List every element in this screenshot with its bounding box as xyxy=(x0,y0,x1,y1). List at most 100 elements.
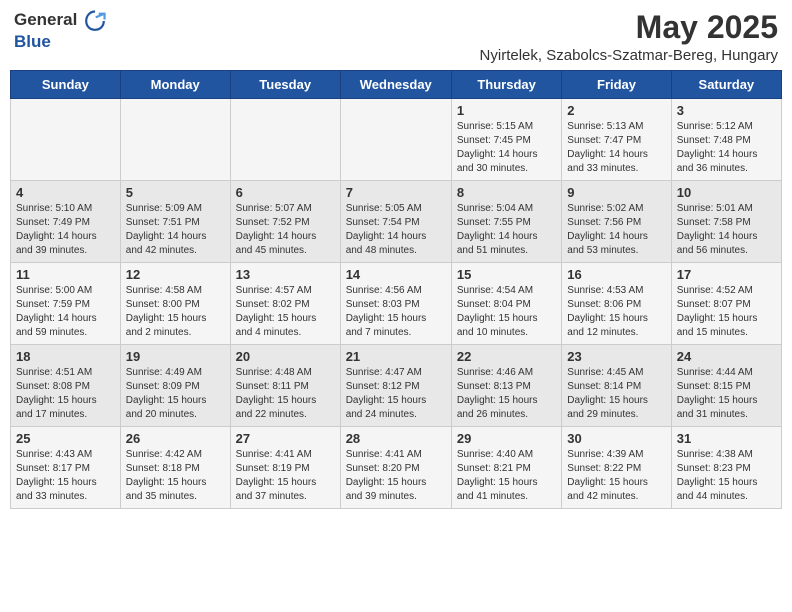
calendar-cell: 18 Sunrise: 4:51 AM Sunset: 8:08 PM Dayli… xyxy=(11,345,121,427)
day-info: Sunrise: 5:05 AM Sunset: 7:54 PM Dayligh… xyxy=(346,202,446,258)
day-number: 22 xyxy=(457,349,556,364)
day-info: Sunrise: 4:51 AM Sunset: 8:08 PM Dayligh… xyxy=(16,366,115,422)
day-number: 4 xyxy=(16,185,115,200)
day-info: Sunrise: 4:49 AM Sunset: 8:09 PM Dayligh… xyxy=(126,366,225,422)
calendar-cell: 28Sunrise: 4:41 AM Sunset: 8:20 PM Dayli… xyxy=(340,427,451,509)
day-number: 10 xyxy=(677,185,776,200)
calendar-cell: 25Sunrise: 4:43 AM Sunset: 8:17 PM Dayli… xyxy=(11,427,121,509)
page-header: General Blue May 2025 Nyirtelek, Szabolc… xyxy=(10,10,782,64)
day-number: 16 xyxy=(567,267,665,282)
day-info: Sunrise: 5:00 AM Sunset: 7:59 PM Dayligh… xyxy=(16,284,115,340)
day-number: 20 xyxy=(236,349,335,364)
calendar-cell: 6 Sunrise: 5:07 AM Sunset: 7:52 PM Daylig… xyxy=(230,181,340,263)
day-info: Sunrise: 5:07 AM Sunset: 7:52 PM Dayligh… xyxy=(236,202,335,258)
day-info: Sunrise: 4:48 AM Sunset: 8:11 PM Dayligh… xyxy=(236,366,335,422)
day-header-monday: Monday xyxy=(120,71,230,99)
day-info: Sunrise: 4:44 AM Sunset: 8:15 PM Dayligh… xyxy=(677,366,776,422)
calendar-cell: 5 Sunrise: 5:09 AM Sunset: 7:51 PM Daylig… xyxy=(120,181,230,263)
day-info: Sunrise: 4:41 AM Sunset: 8:20 PM Dayligh… xyxy=(346,448,446,504)
day-number: 7 xyxy=(346,185,446,200)
day-info: Sunrise: 4:42 AM Sunset: 8:18 PM Dayligh… xyxy=(126,448,225,504)
day-header-saturday: Saturday xyxy=(671,71,781,99)
day-info: Sunrise: 4:57 AM Sunset: 8:02 PM Dayligh… xyxy=(236,284,335,340)
calendar-cell: 23 Sunrise: 4:45 AM Sunset: 8:14 PM Dayli… xyxy=(562,345,671,427)
day-info: Sunrise: 5:12 AM Sunset: 7:48 PM Dayligh… xyxy=(677,120,776,176)
logo-blue-line: Blue xyxy=(14,32,106,52)
calendar-cell: 24 Sunrise: 4:44 AM Sunset: 8:15 PM Dayli… xyxy=(671,345,781,427)
logo-line1: General xyxy=(14,10,106,32)
day-number: 14 xyxy=(346,267,446,282)
day-header-wednesday: Wednesday xyxy=(340,71,451,99)
calendar-cell: 9Sunrise: 5:02 AM Sunset: 7:56 PM Daylig… xyxy=(562,181,671,263)
day-number: 6 xyxy=(236,185,335,200)
calendar-cell: 13 Sunrise: 4:57 AM Sunset: 8:02 PM Dayli… xyxy=(230,263,340,345)
calendar-cell: 17Sunrise: 4:52 AM Sunset: 8:07 PM Dayli… xyxy=(671,263,781,345)
day-number: 27 xyxy=(236,431,335,446)
calendar-cell: 2Sunrise: 5:13 AM Sunset: 7:47 PM Daylig… xyxy=(562,99,671,181)
day-info: Sunrise: 5:15 AM Sunset: 7:45 PM Dayligh… xyxy=(457,120,556,176)
day-info: Sunrise: 4:41 AM Sunset: 8:19 PM Dayligh… xyxy=(236,448,335,504)
calendar-week-4: 18 Sunrise: 4:51 AM Sunset: 8:08 PM Dayli… xyxy=(11,345,782,427)
day-number: 13 xyxy=(236,267,335,282)
calendar-cell: 29 Sunrise: 4:40 AM Sunset: 8:21 PM Dayli… xyxy=(451,427,561,509)
day-info: Sunrise: 4:53 AM Sunset: 8:06 PM Dayligh… xyxy=(567,284,665,340)
day-number: 23 xyxy=(567,349,665,364)
day-info: Sunrise: 4:54 AM Sunset: 8:04 PM Dayligh… xyxy=(457,284,556,340)
day-info: Sunrise: 4:45 AM Sunset: 8:14 PM Dayligh… xyxy=(567,366,665,422)
day-number: 12 xyxy=(126,267,225,282)
calendar-cell: 20 Sunrise: 4:48 AM Sunset: 8:11 PM Dayli… xyxy=(230,345,340,427)
day-number: 11 xyxy=(16,267,115,282)
logo-blue: Blue xyxy=(14,32,51,51)
logo: General Blue xyxy=(14,10,106,52)
day-number: 2 xyxy=(567,103,665,118)
day-number: 15 xyxy=(457,267,556,282)
calendar-week-3: 11 Sunrise: 5:00 AM Sunset: 7:59 PM Dayli… xyxy=(11,263,782,345)
day-number: 9 xyxy=(567,185,665,200)
calendar-week-5: 25Sunrise: 4:43 AM Sunset: 8:17 PM Dayli… xyxy=(11,427,782,509)
calendar-cell xyxy=(11,99,121,181)
day-number: 18 xyxy=(16,349,115,364)
day-header-friday: Friday xyxy=(562,71,671,99)
day-info: Sunrise: 4:43 AM Sunset: 8:17 PM Dayligh… xyxy=(16,448,115,504)
day-number: 5 xyxy=(126,185,225,200)
calendar-cell: 12Sunrise: 4:58 AM Sunset: 8:00 PM Dayli… xyxy=(120,263,230,345)
day-info: Sunrise: 5:10 AM Sunset: 7:49 PM Dayligh… xyxy=(16,202,115,258)
calendar-cell: 10 Sunrise: 5:01 AM Sunset: 7:58 PM Dayli… xyxy=(671,181,781,263)
calendar-cell: 3Sunrise: 5:12 AM Sunset: 7:48 PM Daylig… xyxy=(671,99,781,181)
day-number: 8 xyxy=(457,185,556,200)
day-number: 26 xyxy=(126,431,225,446)
calendar-cell xyxy=(120,99,230,181)
day-info: Sunrise: 4:40 AM Sunset: 8:21 PM Dayligh… xyxy=(457,448,556,504)
day-info: Sunrise: 5:01 AM Sunset: 7:58 PM Dayligh… xyxy=(677,202,776,258)
calendar-cell xyxy=(230,99,340,181)
calendar-cell: 1Sunrise: 5:15 AM Sunset: 7:45 PM Daylig… xyxy=(451,99,561,181)
day-info: Sunrise: 5:09 AM Sunset: 7:51 PM Dayligh… xyxy=(126,202,225,258)
day-info: Sunrise: 4:38 AM Sunset: 8:23 PM Dayligh… xyxy=(677,448,776,504)
calendar-cell: 31 Sunrise: 4:38 AM Sunset: 8:23 PM Dayli… xyxy=(671,427,781,509)
title-block: May 2025 Nyirtelek, Szabolcs-Szatmar-Ber… xyxy=(480,10,778,64)
day-info: Sunrise: 5:04 AM Sunset: 7:55 PM Dayligh… xyxy=(457,202,556,258)
calendar-cell: 30Sunrise: 4:39 AM Sunset: 8:22 PM Dayli… xyxy=(562,427,671,509)
day-info: Sunrise: 4:46 AM Sunset: 8:13 PM Dayligh… xyxy=(457,366,556,422)
calendar-body: 1Sunrise: 5:15 AM Sunset: 7:45 PM Daylig… xyxy=(11,99,782,509)
day-number: 24 xyxy=(677,349,776,364)
calendar-cell: 21Sunrise: 4:47 AM Sunset: 8:12 PM Dayli… xyxy=(340,345,451,427)
calendar-cell: 11 Sunrise: 5:00 AM Sunset: 7:59 PM Dayli… xyxy=(11,263,121,345)
calendar-week-1: 1Sunrise: 5:15 AM Sunset: 7:45 PM Daylig… xyxy=(11,99,782,181)
calendar-cell: 26 Sunrise: 4:42 AM Sunset: 8:18 PM Dayli… xyxy=(120,427,230,509)
location-title: Nyirtelek, Szabolcs-Szatmar-Bereg, Hunga… xyxy=(480,47,778,64)
logo-icon xyxy=(84,10,106,32)
calendar-cell: 4 Sunrise: 5:10 AM Sunset: 7:49 PM Daylig… xyxy=(11,181,121,263)
day-number: 30 xyxy=(567,431,665,446)
day-header-tuesday: Tuesday xyxy=(230,71,340,99)
day-number: 29 xyxy=(457,431,556,446)
day-info: Sunrise: 4:52 AM Sunset: 8:07 PM Dayligh… xyxy=(677,284,776,340)
calendar-cell: 7 Sunrise: 5:05 AM Sunset: 7:54 PM Daylig… xyxy=(340,181,451,263)
calendar-cell xyxy=(340,99,451,181)
calendar-cell: 19 Sunrise: 4:49 AM Sunset: 8:09 PM Dayli… xyxy=(120,345,230,427)
calendar-cell: 22 Sunrise: 4:46 AM Sunset: 8:13 PM Dayli… xyxy=(451,345,561,427)
day-header-thursday: Thursday xyxy=(451,71,561,99)
day-number: 19 xyxy=(126,349,225,364)
day-number: 21 xyxy=(346,349,446,364)
day-number: 31 xyxy=(677,431,776,446)
